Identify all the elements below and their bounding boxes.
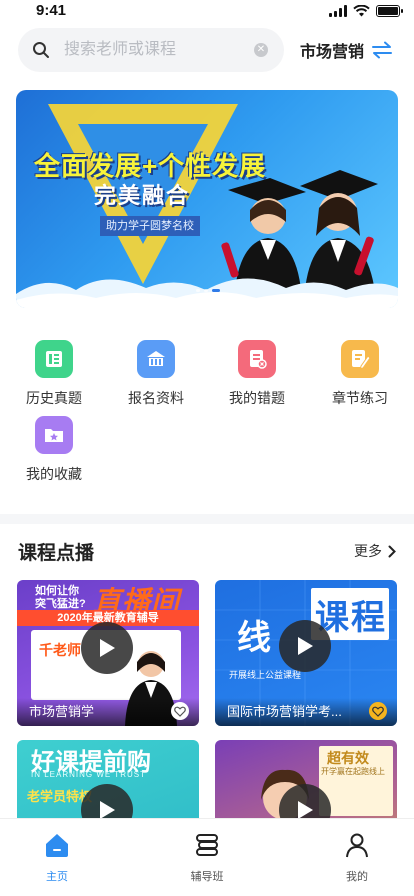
tab-profile[interactable]: 我的 — [317, 831, 397, 884]
thumb-headline: 线 — [237, 619, 271, 657]
more-label: 更多 — [354, 543, 382, 559]
play-icon[interactable] — [279, 620, 331, 672]
quick-nav-label: 历史真题 — [26, 390, 82, 406]
subject-label: 市场营销 — [300, 44, 365, 61]
subject-switch-button[interactable]: 市场营销 — [300, 28, 400, 72]
favorite-filled-icon[interactable] — [369, 702, 387, 720]
quick-nav-registration[interactable]: 报名资料 — [116, 340, 196, 416]
tab-home[interactable]: 主页 — [17, 831, 97, 884]
course-card[interactable]: 线 课程 开展线上公益课程 国际市场营销学考... — [215, 580, 397, 726]
battery-icon — [376, 5, 403, 17]
status-icons — [329, 5, 403, 17]
clear-search-icon[interactable]: ✕ — [254, 43, 268, 57]
classes-icon — [196, 834, 218, 856]
switch-arrows-icon — [372, 41, 393, 59]
chapter-practice-icon — [341, 340, 379, 378]
tab-classes[interactable]: 辅导班 — [167, 831, 247, 884]
tab-label: 我的 — [346, 871, 368, 883]
carousel-dot[interactable] — [204, 289, 208, 292]
favorites-icon — [35, 416, 73, 454]
banner-clouds — [16, 278, 398, 308]
tab-label: 辅导班 — [190, 871, 224, 883]
quick-nav-label: 我的错题 — [229, 390, 285, 406]
play-icon[interactable] — [81, 622, 133, 674]
quick-nav-favorites[interactable]: 我的收藏 — [14, 416, 94, 492]
search-icon — [33, 42, 49, 58]
bottom-tab-bar: 主页 辅导班 我的 — [0, 818, 414, 896]
quick-nav-wrong-questions[interactable]: 我的错题 — [217, 340, 297, 416]
banner-tagline: 助力学子圆梦名校 — [100, 216, 200, 236]
course-name: 市场营销学 — [29, 704, 95, 719]
section-divider — [0, 514, 414, 524]
tab-label: 主页 — [46, 871, 68, 883]
quick-nav-label: 我的收藏 — [26, 466, 82, 482]
carousel-dot-active[interactable] — [212, 289, 220, 292]
chevron-right-icon — [388, 545, 396, 557]
carousel-indicator[interactable] — [196, 289, 220, 292]
thumb-small-text: IN LEARNING WE TRUST — [31, 770, 146, 779]
thumb-text: 突飞猛进? — [35, 598, 86, 610]
course-card[interactable]: 如何让你 突飞猛进? 直播间 2020年最新教育辅导 千老师 市场营销学 — [17, 580, 199, 726]
quick-nav-chapter-practice[interactable]: 章节练习 — [320, 340, 400, 416]
history-papers-icon — [35, 340, 73, 378]
cellular-signal-icon — [329, 5, 347, 17]
course-name: 国际市场营销学考... — [227, 704, 342, 719]
promo-banner[interactable]: 全面发展+个性发展 完美融合 助力学子圆梦名校 — [16, 90, 398, 308]
status-bar: 9:41 — [0, 0, 414, 24]
registration-icon — [137, 340, 175, 378]
carousel-dot[interactable] — [196, 289, 200, 292]
home-icon — [46, 834, 68, 857]
banner-subheadline: 完美融合 — [94, 183, 191, 208]
search-input[interactable] — [64, 28, 254, 72]
quick-nav-label: 报名资料 — [128, 390, 184, 406]
wifi-icon — [353, 5, 370, 17]
thumb-small-text: 开学赢在起跑线上 — [321, 767, 385, 776]
more-courses-link[interactable]: 更多 — [354, 541, 396, 561]
wrong-questions-icon — [238, 340, 276, 378]
quick-nav-history-papers[interactable]: 历史真题 — [14, 340, 94, 416]
thumb-small-text: 开展线上公益课程 — [229, 670, 302, 680]
thumb-teacher: 千老师 — [39, 642, 81, 658]
thumb-headline: 超有效 — [327, 750, 369, 766]
status-time: 9:41 — [36, 2, 67, 19]
quick-nav-label: 章节练习 — [332, 390, 388, 406]
favorite-outline-icon[interactable] — [171, 702, 189, 720]
search-bar: ✕ — [18, 28, 284, 72]
profile-icon — [346, 833, 368, 858]
courses-section-title: 课程点播 — [18, 543, 95, 564]
